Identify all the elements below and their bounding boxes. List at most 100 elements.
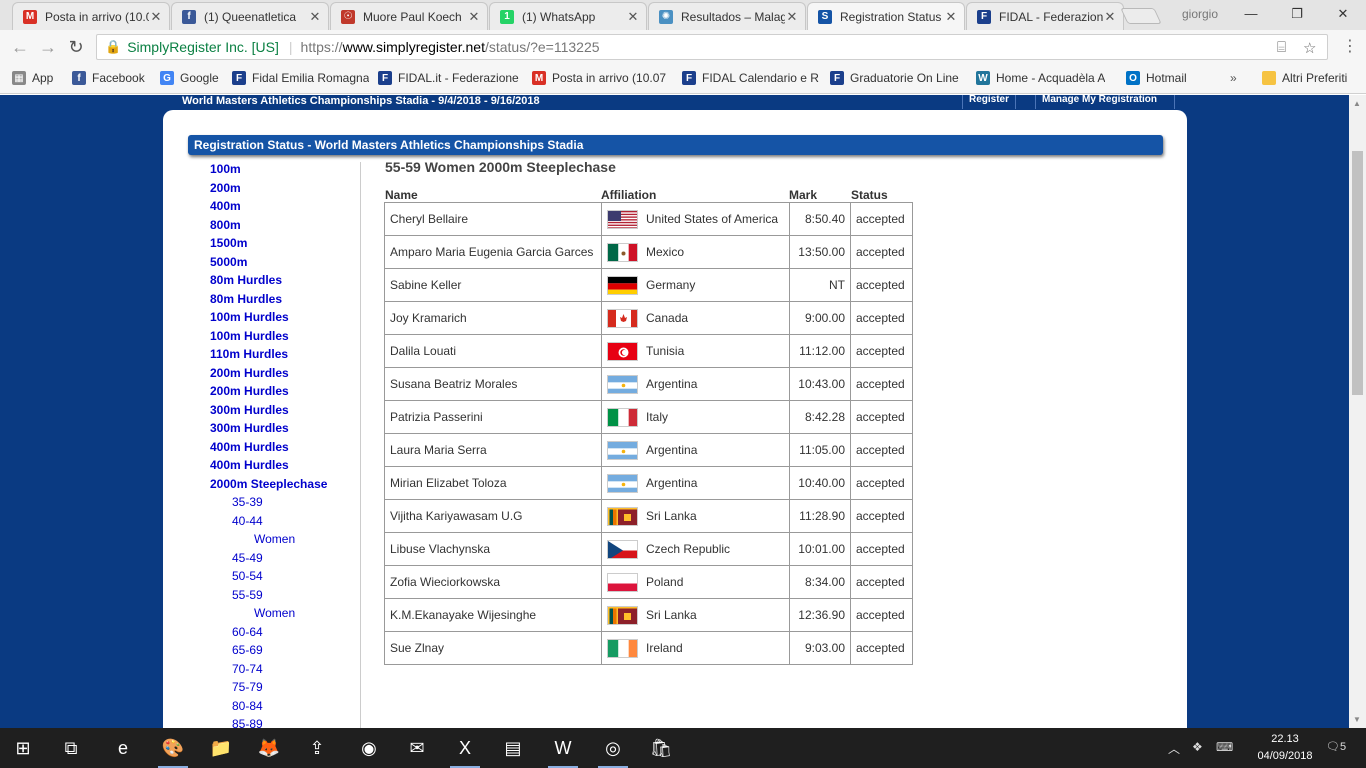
nav-link[interactable]: Women <box>254 532 295 546</box>
nav-link[interactable]: 80-84 <box>232 699 263 713</box>
nav-link[interactable]: 100m Hurdles <box>210 329 289 343</box>
back-icon[interactable]: ← <box>10 37 30 57</box>
nav-link[interactable]: 300m Hurdles <box>210 421 289 435</box>
browser-tab[interactable]: f (1) Queenatletica ✕ <box>171 2 329 30</box>
nav-link[interactable]: 1500m <box>210 236 247 250</box>
status-cell: accepted <box>850 499 913 533</box>
bookmark-item[interactable]: O Hotmail <box>1126 71 1187 85</box>
nav-link[interactable]: 200m <box>210 181 241 195</box>
keyboard-icon[interactable]: ⌨ <box>1216 740 1233 754</box>
bookmark-item[interactable]: ▦ App <box>12 71 53 85</box>
address-bar[interactable]: 🔒 SimplyRegister Inc. [US] | https://www… <box>96 34 1328 60</box>
bookmark-item[interactable]: W Home - Acquadèla A <box>976 71 1105 85</box>
nav-link[interactable]: 40-44 <box>232 514 263 528</box>
nav-link[interactable]: 80m Hurdles <box>210 273 282 287</box>
browser-menu-icon[interactable]: ⋮ <box>1342 37 1358 57</box>
scroll-down-icon[interactable]: ▼ <box>1353 715 1361 724</box>
new-tab-button[interactable] <box>1120 8 1162 24</box>
nav-link[interactable]: 110m Hurdles <box>210 347 288 361</box>
bookmarks-overflow-icon[interactable]: » <box>1230 71 1237 85</box>
excel-icon[interactable]: X <box>450 734 480 768</box>
action-center-icon[interactable]: 🗨5 <box>1326 740 1346 753</box>
manage-registration-button[interactable]: Manage My Registration <box>1035 95 1175 109</box>
tab-close-icon[interactable]: ✕ <box>467 9 481 25</box>
browser-tab[interactable]: S Registration Status ✕ <box>807 2 965 30</box>
bookmark-item[interactable]: F Fidal Emilia Romagna <box>232 71 369 85</box>
translate-icon[interactable]: ⌸ <box>1277 39 1286 56</box>
maximize-icon[interactable]: ❐ <box>1282 4 1312 24</box>
nav-link[interactable]: 50-54 <box>232 569 263 583</box>
browser-tab[interactable]: ☉ Muore Paul Koech ✕ <box>330 2 488 30</box>
close-window-icon[interactable]: ✕ <box>1328 4 1358 24</box>
bookmark-item[interactable]: F Graduatorie On Line <box>830 71 959 85</box>
nav-link[interactable]: 85-89 <box>232 717 263 728</box>
nav-link[interactable]: 100m Hurdles <box>210 310 289 324</box>
dropbox-icon[interactable]: ❖ <box>1192 740 1203 754</box>
reload-icon[interactable]: ↻ <box>66 37 86 57</box>
nav-link[interactable]: 400m <box>210 199 241 213</box>
minimize-icon[interactable]: — <box>1236 4 1266 24</box>
other-bookmarks[interactable]: Altri Preferiti <box>1262 71 1347 85</box>
register-button[interactable]: Register <box>962 95 1017 109</box>
tab-close-icon[interactable]: ✕ <box>626 9 640 25</box>
nav-link[interactable]: 45-49 <box>232 551 263 565</box>
document-app-icon[interactable]: ▤ <box>498 734 528 762</box>
system-clock[interactable]: 22.13 04/09/2018 <box>1250 731 1320 765</box>
nav-link[interactable]: 35-39 <box>232 495 263 509</box>
browser-tab[interactable]: 1 (1) WhatsApp ✕ <box>489 2 647 30</box>
tray-chevron-icon[interactable]: ︿ <box>1168 740 1180 757</box>
nav-link[interactable]: 55-59 <box>232 588 263 602</box>
nav-link[interactable]: Women <box>254 606 295 620</box>
nav-link[interactable]: 65-69 <box>232 643 263 657</box>
store-icon[interactable]: 🛍 <box>646 734 676 762</box>
bookmark-item[interactable]: F FIDAL.it - Federazione <box>378 71 519 85</box>
profile-name[interactable]: giorgio <box>1182 7 1218 21</box>
tab-close-icon[interactable]: ✕ <box>944 9 958 25</box>
status-cell: accepted <box>850 400 913 434</box>
athlete-name: Amparo Maria Eugenia Garcia Garces <box>384 235 602 269</box>
browser-tab[interactable]: F FIDAL - Federazion ✕ <box>966 2 1124 30</box>
nav-link[interactable]: 60-64 <box>232 625 263 639</box>
scroll-thumb[interactable] <box>1352 151 1363 395</box>
firefox-icon[interactable]: 🦊 <box>254 734 284 762</box>
nav-link[interactable]: 75-79 <box>232 680 263 694</box>
nav-link[interactable]: 400m Hurdles <box>210 458 289 472</box>
url-text[interactable]: https://www.simplyregister.net/status/?e… <box>301 39 600 55</box>
chrome-icon[interactable]: ◎ <box>598 734 628 768</box>
browser-tab[interactable]: M Posta in arrivo (10.0 ✕ <box>12 2 170 30</box>
tab-close-icon[interactable]: ✕ <box>785 9 799 25</box>
bookmark-star-icon[interactable]: ☆ <box>1303 39 1316 57</box>
nav-link[interactable]: 300m Hurdles <box>210 403 289 417</box>
upload-app-icon[interactable]: ⇪ <box>302 734 332 762</box>
windows-start-icon[interactable]: ⊞ <box>8 734 38 762</box>
page-scrollbar[interactable]: ▲ ▼ <box>1349 95 1366 728</box>
word-icon[interactable]: W <box>548 734 578 768</box>
bookmark-item[interactable]: F FIDAL Calendario e R <box>682 71 819 85</box>
notification-count: 5 <box>1339 741 1347 753</box>
status-cell: accepted <box>850 466 913 500</box>
nav-link[interactable]: 70-74 <box>232 662 263 676</box>
nav-link[interactable]: 2000m Steeplechase <box>210 477 327 491</box>
nav-link[interactable]: 800m <box>210 218 241 232</box>
browser-tab[interactable]: ✺ Resultados – Malag ✕ <box>648 2 806 30</box>
mail-icon[interactable]: ✉ <box>402 734 432 762</box>
task-view-icon[interactable]: ⧉ <box>56 734 86 762</box>
forward-icon[interactable]: → <box>38 37 58 57</box>
scroll-up-icon[interactable]: ▲ <box>1353 99 1361 108</box>
nav-link[interactable]: 5000m <box>210 255 247 269</box>
nav-link[interactable]: 200m Hurdles <box>210 384 289 398</box>
bookmark-item[interactable]: f Facebook <box>72 71 145 85</box>
tab-close-icon[interactable]: ✕ <box>149 9 163 25</box>
nav-link[interactable]: 100m <box>210 162 241 176</box>
tab-close-icon[interactable]: ✕ <box>308 9 322 25</box>
bookmark-item[interactable]: M Posta in arrivo (10.07 <box>532 71 666 85</box>
bookmark-item[interactable]: G Google <box>160 71 219 85</box>
nav-link[interactable]: 400m Hurdles <box>210 440 289 454</box>
edge-icon[interactable]: e <box>108 734 138 762</box>
photos-app-icon[interactable]: ◉ <box>354 734 384 762</box>
nav-link[interactable]: 80m Hurdles <box>210 292 282 306</box>
tab-close-icon[interactable]: ✕ <box>1103 9 1117 25</box>
nav-link[interactable]: 200m Hurdles <box>210 366 289 380</box>
file-explorer-icon[interactable]: 📁 <box>206 734 236 762</box>
paint-icon[interactable]: 🎨 <box>158 734 188 768</box>
